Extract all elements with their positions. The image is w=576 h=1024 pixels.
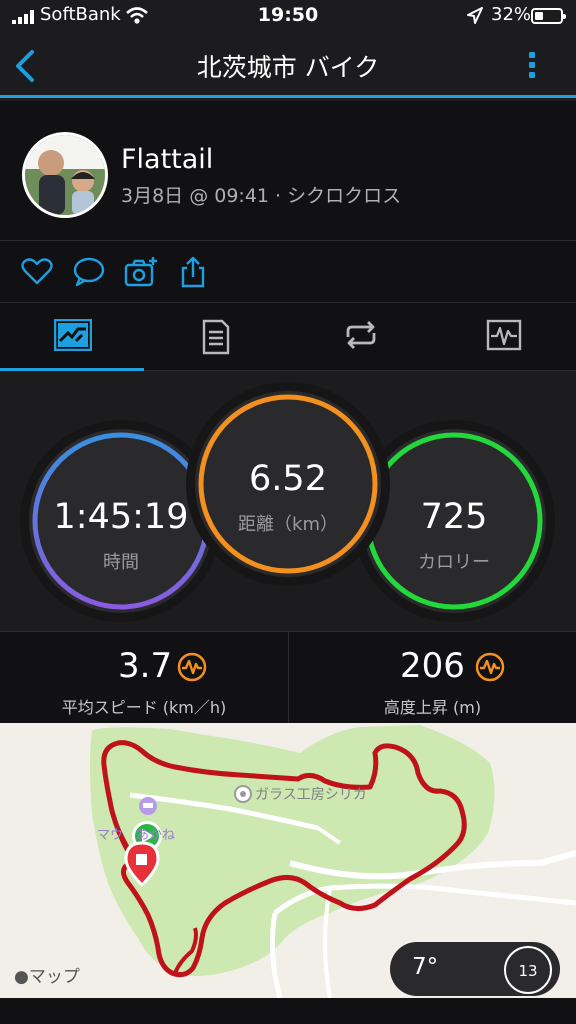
stats-row: 3.7 平均スピード (km／h) 206 高度上昇 (m): [0, 631, 576, 724]
calories-value: 725: [420, 497, 488, 537]
more-options-icon[interactable]: [524, 48, 540, 84]
nav-bar: 北茨城市 バイク: [0, 34, 576, 98]
document-icon: [202, 319, 230, 355]
elevation-gain-value: 206: [400, 646, 465, 686]
distance-label: 距離（km）: [238, 514, 338, 535]
activity-header: Flattail 3月8日 @ 09:41 · シクロクロス: [0, 101, 576, 241]
time-label: 時間: [103, 552, 139, 573]
like-icon[interactable]: [20, 255, 54, 289]
battery-percent: 32%: [491, 4, 532, 25]
air-quality-value: 13: [518, 962, 538, 980]
tab-charts[interactable]: [432, 303, 576, 371]
avg-speed-value: 3.7: [118, 646, 173, 686]
bottom-section: [0, 998, 576, 1024]
summary-rings: 1:45:19 時間 725 カロリー 6.52 距離（km）: [0, 371, 576, 631]
comment-icon[interactable]: [72, 255, 106, 289]
avatar[interactable]: [22, 132, 108, 218]
clock: 19:50: [257, 4, 319, 26]
activity-title: 北茨城市 バイク: [196, 53, 380, 82]
add-photo-icon[interactable]: [124, 255, 158, 289]
tab-overview[interactable]: [0, 303, 144, 372]
apple-logo-icon: ●: [14, 967, 29, 987]
battery-icon: [531, 8, 566, 24]
share-icon[interactable]: [176, 255, 210, 289]
user-name[interactable]: Flattail: [121, 144, 213, 175]
calories-label: カロリー: [418, 552, 490, 573]
time-ring[interactable]: 1:45:19 時間: [29, 429, 213, 613]
temperature: 7°: [412, 954, 439, 980]
air-quality-badge: 13: [504, 946, 552, 994]
poi-glass-studio[interactable]: ガラス工房シリカ: [255, 784, 367, 804]
tab-laps[interactable]: [288, 303, 432, 371]
overview-chart-icon: [54, 319, 92, 351]
tab-details[interactable]: [144, 303, 288, 371]
activity-date-type: 3月8日 @ 09:41 · シクロクロス: [121, 185, 402, 207]
location-arrow-icon: [467, 7, 483, 24]
action-bar: [0, 241, 576, 303]
poi-hotel[interactable]: マウ あかね: [97, 824, 175, 843]
elevation-gain-stat[interactable]: 206 高度上昇 (m): [288, 632, 576, 724]
tab-bar: [0, 303, 576, 372]
repeat-icon: [346, 321, 376, 349]
distance-value: 6.52: [249, 459, 327, 499]
chart-icon: [486, 319, 522, 351]
maps-label: マップ: [28, 967, 80, 987]
activity-pulse-icon: [475, 652, 505, 682]
calories-ring[interactable]: 725 カロリー: [362, 429, 546, 613]
avg-speed-stat[interactable]: 3.7 平均スピード (km／h): [0, 632, 288, 724]
distance-ring[interactable]: 6.52 距離（km）: [195, 391, 381, 577]
weather-widget[interactable]: 7° 13: [390, 942, 560, 996]
elevation-gain-label: 高度上昇 (m): [383, 698, 482, 717]
status-bar: SoftBank 19:50 32%: [0, 0, 576, 34]
avg-speed-label: 平均スピード (km／h): [61, 698, 227, 717]
activity-pulse-icon: [177, 652, 207, 682]
time-value: 1:45:19: [53, 497, 189, 537]
maps-attribution: ●マップ: [14, 962, 80, 987]
